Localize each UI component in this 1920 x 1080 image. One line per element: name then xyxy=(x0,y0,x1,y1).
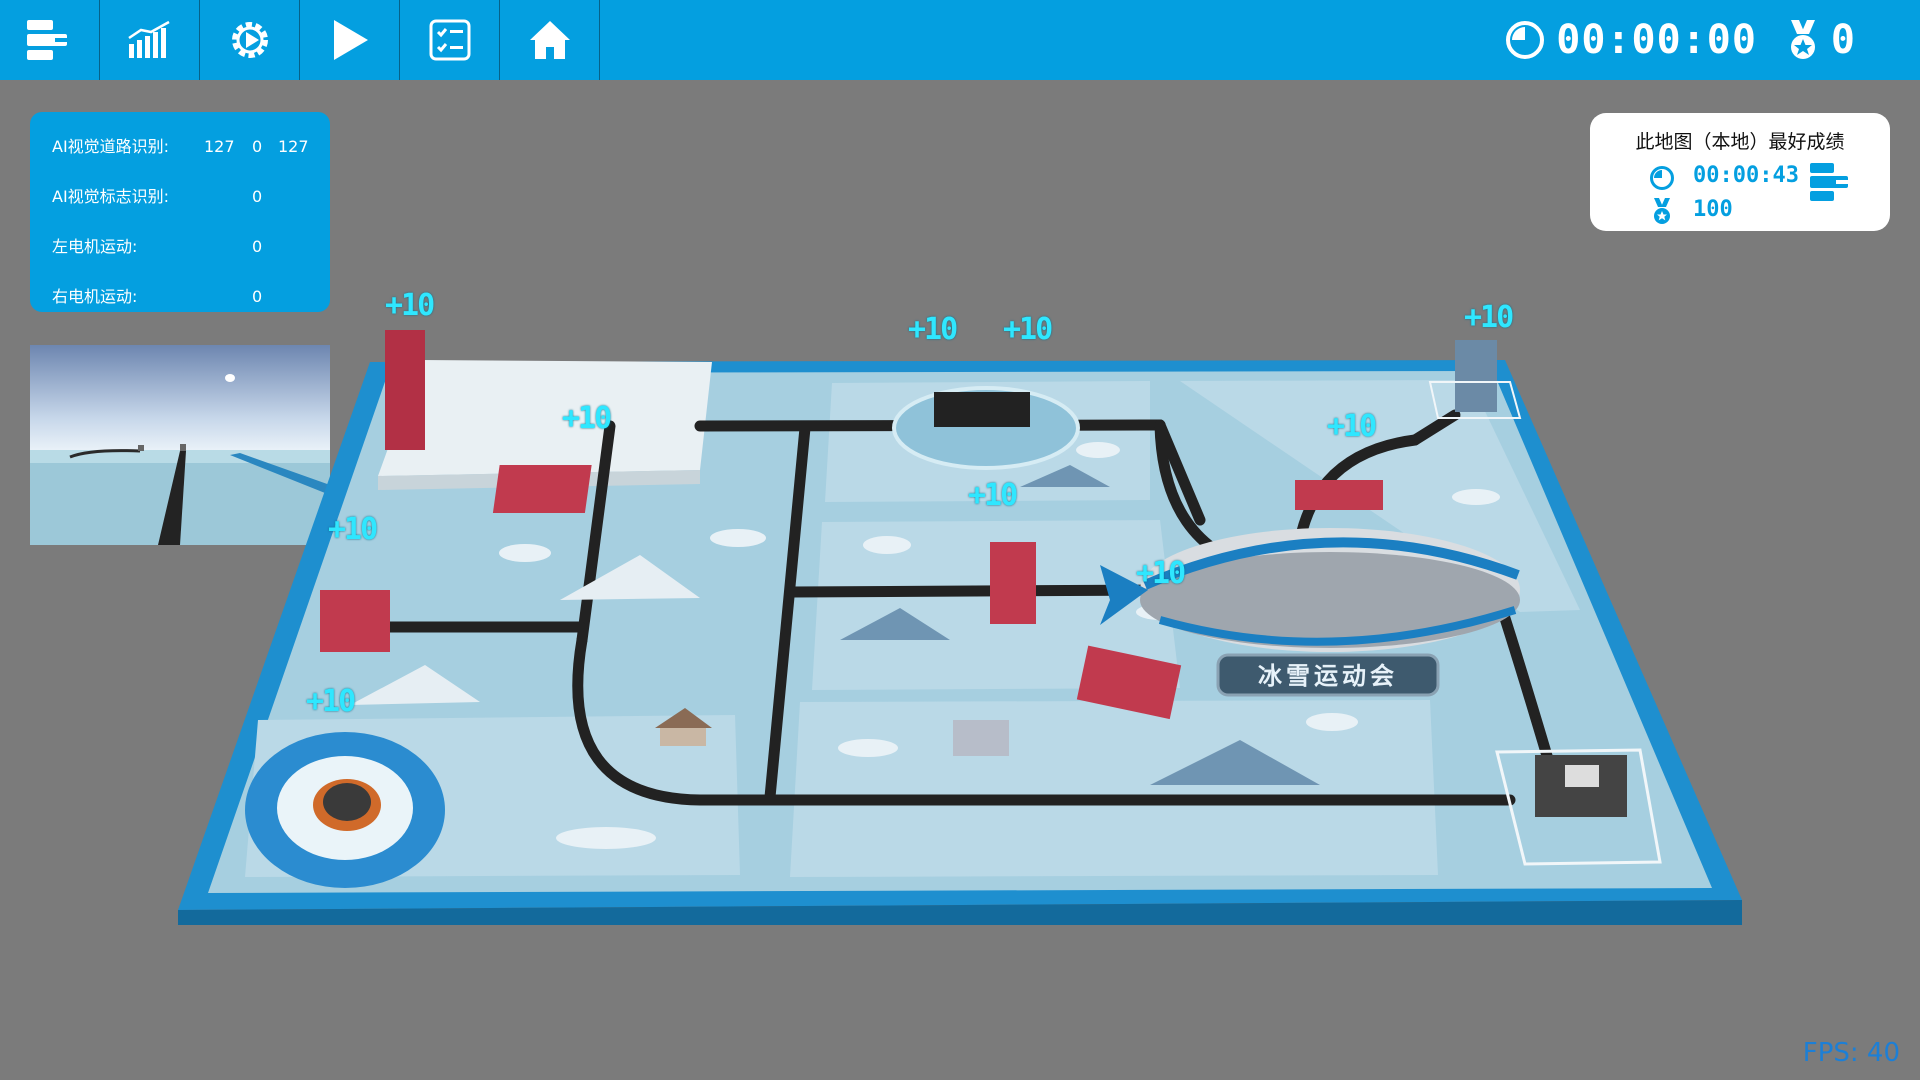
game-board xyxy=(178,330,1742,925)
bonus-marker: +10 xyxy=(1136,556,1186,591)
bonus-marker: +10 xyxy=(562,401,612,436)
bonus-marker: +10 xyxy=(328,512,378,547)
fps-counter: FPS: 40 xyxy=(1802,1038,1900,1068)
bonus-marker: +10 xyxy=(306,684,356,719)
bonus-marker: +10 xyxy=(385,288,435,323)
bonus-marker: +10 xyxy=(908,312,958,347)
airship-sign: 冰雪运动会 xyxy=(1258,662,1398,690)
building-illustration xyxy=(953,720,1009,756)
bonus-marker: +10 xyxy=(968,478,1018,513)
bonus-marker: +10 xyxy=(1327,409,1377,444)
start-area xyxy=(378,360,712,476)
bonus-marker: +10 xyxy=(1464,300,1514,335)
bonus-marker: +10 xyxy=(1003,312,1053,347)
